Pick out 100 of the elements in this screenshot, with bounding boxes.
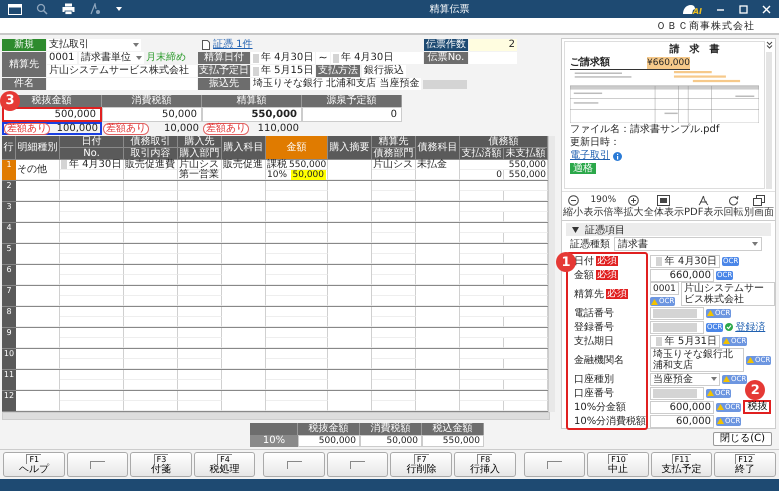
input-field[interactable] [650, 320, 704, 334]
toolbar-button[interactable]: 拡大 [623, 194, 644, 218]
input-field[interactable]: 埼玉りそな銀行北浦和支店 [650, 348, 744, 372]
transaction-type-select[interactable]: 支払取引 [47, 39, 141, 51]
toolbar-button[interactable]: PDF表示 [684, 194, 724, 218]
amount-field[interactable]: 60,000 [650, 414, 714, 428]
date-to-field[interactable]: 年 4月30日 [331, 52, 423, 64]
account-type-select[interactable]: 当座預金 [650, 372, 720, 386]
row-number[interactable]: 6 [2, 265, 16, 285]
table-cell [178, 244, 222, 254]
row-number[interactable]: 11 [2, 370, 16, 390]
column-header: 金額 [266, 136, 328, 160]
table-cell [222, 391, 266, 411]
date-field[interactable]: 年 5月31日 [650, 334, 720, 348]
evidence-link[interactable]: 証憑 1件 [213, 39, 253, 51]
callout-number: 3 [0, 91, 20, 111]
table-cell [60, 191, 124, 201]
table-cell [60, 296, 124, 306]
table-cell [222, 286, 266, 306]
print-icon[interactable] [62, 3, 75, 15]
table-cell [124, 370, 178, 380]
function-key-button[interactable]: F7 行削除 [390, 452, 452, 477]
toolbar-button[interactable]: 190% 表示倍率 [583, 194, 624, 218]
info-icon[interactable] [613, 152, 622, 160]
subject-field[interactable] [47, 78, 197, 90]
toolbar-button[interactable]: 縮小 [563, 194, 584, 218]
due-date-field[interactable]: 年 5月15日 [251, 65, 315, 77]
table-cell [222, 370, 266, 390]
blurred-text [653, 388, 697, 398]
row-number[interactable]: 7 [2, 286, 16, 306]
function-key-button[interactable] [66, 452, 128, 477]
payment-method-field[interactable]: 銀行振込 [362, 65, 406, 77]
voucher-no-field[interactable] [469, 52, 517, 64]
amount-field[interactable]: 660,000 [650, 268, 714, 282]
row-number[interactable]: 12 [2, 391, 16, 411]
callout-number: 1 [556, 252, 576, 272]
toolbar-button[interactable]: 別画面 [744, 194, 774, 218]
voucher-count-field[interactable]: 2 [469, 39, 517, 51]
maximize-icon[interactable] [739, 4, 748, 14]
toolbar-button[interactable]: 回転 [724, 194, 744, 218]
tax-exclusive-button[interactable]: 税抜 [743, 400, 772, 414]
table-cell [124, 233, 178, 243]
column-header: 精算先 [372, 136, 416, 148]
scrollbar[interactable] [548, 136, 555, 412]
code-field[interactable]: 0001 [650, 282, 679, 295]
close-icon[interactable] [762, 4, 771, 14]
window-icon[interactable] [8, 4, 22, 14]
collapse-icon[interactable] [766, 41, 772, 49]
billing-unit-select[interactable]: 請求書単位 [79, 52, 144, 64]
caret-icon[interactable] [115, 5, 123, 13]
table-cell [222, 349, 266, 369]
payee-code-field[interactable]: 0001 [47, 52, 77, 64]
search-icon[interactable] [36, 3, 48, 15]
function-key-button[interactable] [524, 452, 586, 477]
section-header[interactable]: 証憑項目 [566, 223, 771, 236]
row-number[interactable]: 5 [2, 244, 16, 264]
row-number[interactable]: 8 [2, 307, 16, 327]
row-number[interactable]: 4 [2, 223, 16, 243]
function-key-button[interactable]: F4 税処理 [194, 452, 256, 477]
bank-field[interactable]: 埼玉りそな銀行 北浦和支店 当座預金 [251, 78, 422, 90]
key-frame-icon [90, 460, 105, 468]
function-key-button[interactable]: F1 ヘルプ [3, 452, 65, 477]
assistant-logo[interactable]: AI [682, 2, 702, 16]
function-key-button[interactable]: F12 終了 [714, 452, 776, 477]
function-key-button[interactable]: F10 中止 [587, 452, 649, 477]
table-cell [372, 265, 416, 275]
row-number[interactable]: 9 [2, 328, 16, 348]
table-cell [60, 286, 124, 296]
table-cell: 片山シス [178, 160, 222, 170]
document-type-select[interactable]: 請求書 [614, 237, 762, 251]
close-button[interactable]: 閉じる(C) [713, 432, 772, 446]
table-cell [328, 265, 372, 285]
row-number[interactable]: 3 [2, 202, 16, 222]
function-key-button[interactable]: F11 支払予定 [650, 452, 712, 477]
function-key-button[interactable]: F8 行挿入 [454, 452, 516, 477]
function-key-button[interactable]: F3 付箋 [130, 452, 192, 477]
row-number[interactable]: 2 [2, 181, 16, 201]
input-field[interactable] [650, 306, 704, 320]
payee-name-field[interactable]: 片山システムサービス株式会社 [47, 65, 197, 77]
function-key-button[interactable] [263, 452, 325, 477]
row-number[interactable]: 10 [2, 349, 16, 369]
toolbar-button[interactable]: 全体表示 [644, 194, 684, 218]
table-cell [60, 307, 124, 317]
partner-name-field[interactable]: 片山システムサービス株式会社 [681, 282, 775, 306]
date-from-field[interactable]: 年 4月30日 [251, 52, 315, 64]
scrollbar[interactable] [2, 412, 550, 420]
table-cell [266, 317, 328, 327]
table-cell [328, 202, 372, 222]
input-field[interactable] [650, 386, 704, 400]
difference-value: 10,000 [164, 122, 199, 134]
scrollbar[interactable] [766, 52, 772, 189]
amount-field[interactable]: 600,000 [650, 400, 714, 414]
table-cell [124, 275, 178, 285]
function-key-button[interactable] [326, 452, 388, 477]
pen-icon[interactable] [89, 3, 101, 15]
document-link[interactable]: 電子取引 [570, 150, 610, 162]
date-field[interactable]: 年 4月30日 [650, 254, 720, 268]
registered-link[interactable]: 登録済 [735, 320, 766, 334]
table-cell [372, 223, 416, 233]
field-label: 登録番号 [574, 320, 614, 334]
